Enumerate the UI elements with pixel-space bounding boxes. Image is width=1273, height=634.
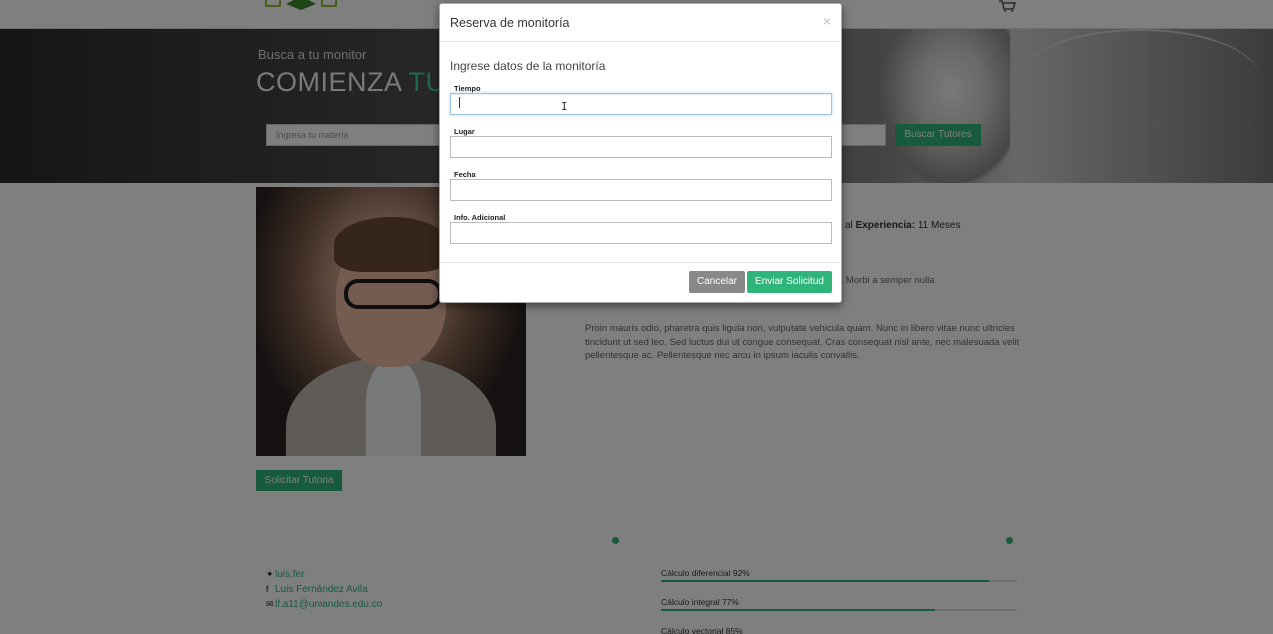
modal-body: Ingrese datos de la monitoría Tiempo Lug… xyxy=(440,42,841,263)
place-label: Lugar xyxy=(454,127,475,136)
time-input[interactable] xyxy=(450,93,832,115)
send-request-button[interactable]: Enviar Solicitud xyxy=(747,271,832,293)
modal-footer: Cancelar Enviar Solicitud xyxy=(440,263,841,303)
booking-modal: Reserva de monitoría × Ingrese datos de … xyxy=(439,3,842,303)
text-caret xyxy=(459,97,460,108)
place-input[interactable] xyxy=(450,136,832,158)
additional-info-input[interactable] xyxy=(450,222,832,244)
close-icon[interactable]: × xyxy=(823,13,831,29)
cancel-button[interactable]: Cancelar xyxy=(689,271,745,293)
time-label: Tiempo xyxy=(454,84,481,93)
additional-info-label: Info. Adicional xyxy=(454,213,506,222)
modal-title: Reserva de monitoría xyxy=(450,16,570,30)
date-input[interactable] xyxy=(450,179,832,201)
text-cursor-icon: I xyxy=(561,100,568,113)
modal-subtitle: Ingrese datos de la monitoría xyxy=(450,59,606,73)
date-label: Fecha xyxy=(454,170,476,179)
modal-header: Reserva de monitoría × xyxy=(440,4,841,42)
